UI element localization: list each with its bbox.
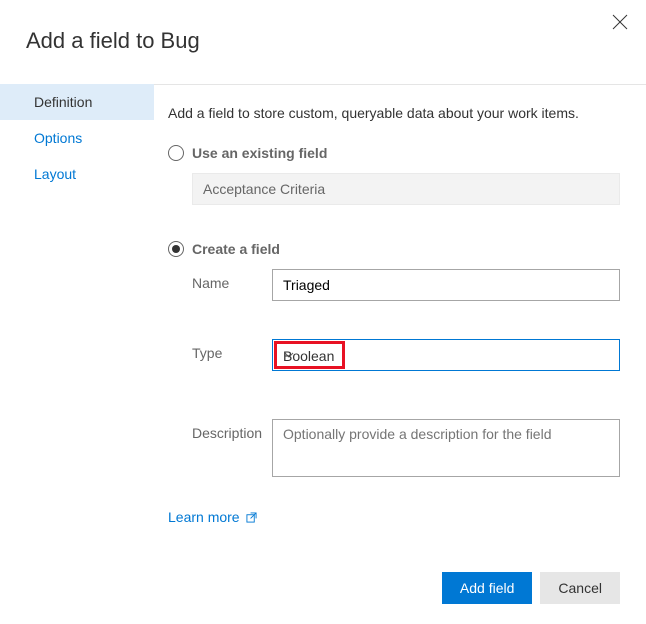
description-input[interactable]: [272, 419, 620, 477]
radio-icon[interactable]: [168, 241, 184, 257]
cancel-button[interactable]: Cancel: [540, 572, 620, 604]
type-row: Type Boolean: [192, 339, 620, 371]
learn-more-link[interactable]: Learn more: [168, 509, 257, 525]
dialog-title: Add a field to Bug: [0, 0, 646, 54]
tab-definition[interactable]: Definition: [0, 84, 154, 120]
name-row: Name: [192, 269, 620, 301]
create-field-label: Create a field: [192, 241, 280, 257]
learn-more-text: Learn more: [168, 509, 240, 525]
radio-icon[interactable]: [168, 145, 184, 161]
existing-field-select: Acceptance Criteria: [192, 173, 620, 205]
content-panel: Add a field to store custom, queryable d…: [154, 84, 646, 558]
existing-field-option[interactable]: Use an existing field: [168, 145, 620, 161]
sidebar: Definition Options Layout: [0, 84, 154, 558]
existing-field-value: Acceptance Criteria: [203, 181, 325, 197]
type-select[interactable]: Boolean: [272, 339, 620, 371]
name-input[interactable]: [272, 269, 620, 301]
type-value: Boolean: [274, 341, 345, 369]
name-label: Name: [192, 269, 272, 291]
close-icon: [612, 14, 628, 30]
dialog-footer: Add field Cancel: [442, 572, 620, 604]
close-button[interactable]: [612, 14, 628, 30]
add-field-button[interactable]: Add field: [442, 572, 532, 604]
tab-layout[interactable]: Layout: [26, 156, 154, 192]
existing-field-label: Use an existing field: [192, 145, 327, 161]
create-field-option[interactable]: Create a field: [168, 241, 620, 257]
external-link-icon: [246, 512, 257, 523]
dialog-body: Definition Options Layout Add a field to…: [0, 84, 646, 558]
tab-options[interactable]: Options: [26, 120, 154, 156]
description-row: Description: [192, 419, 620, 477]
add-field-dialog: Add a field to Bug Definition Options La…: [0, 0, 646, 624]
description-label: Description: [192, 419, 272, 441]
content-description: Add a field to store custom, queryable d…: [168, 105, 620, 121]
type-label: Type: [192, 339, 272, 361]
